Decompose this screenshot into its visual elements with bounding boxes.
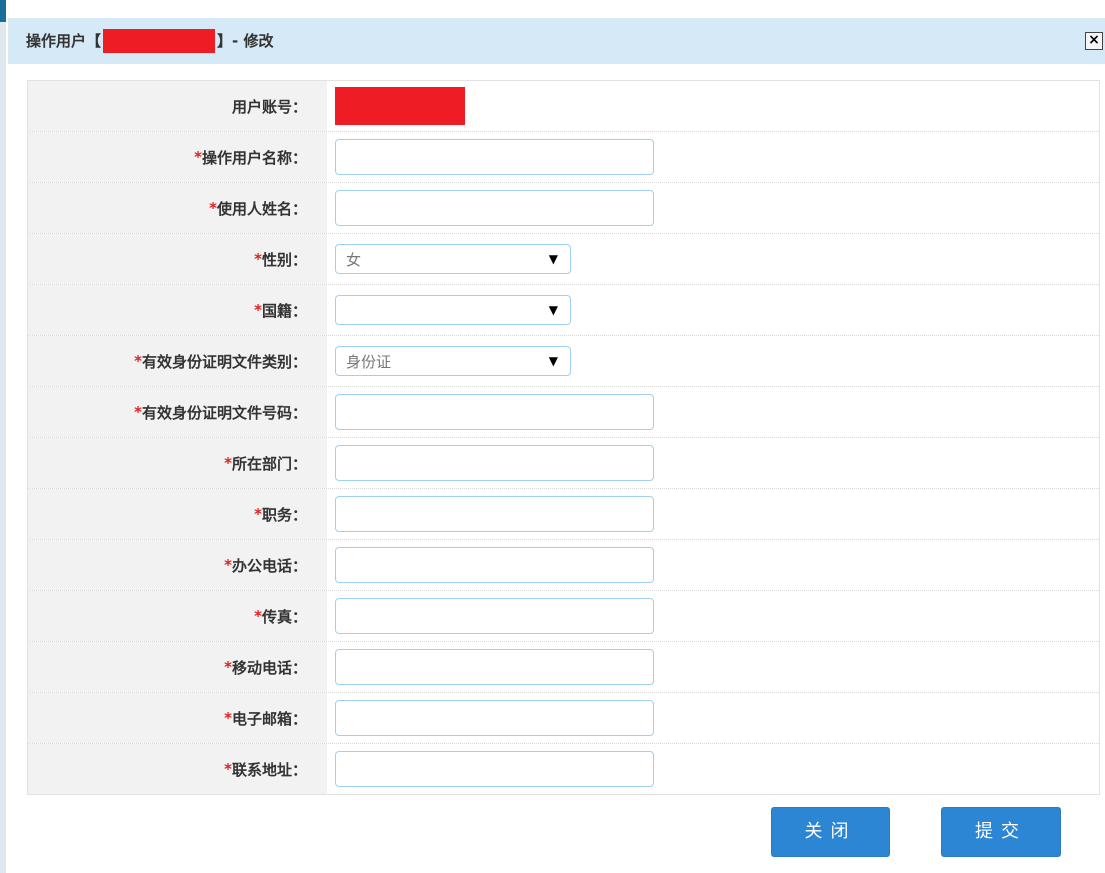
field-label: 用户账号：: [28, 81, 327, 131]
form-row-mobile-phone: * 移动电话：: [28, 641, 1099, 692]
field-label: * 移动电话：: [28, 642, 327, 692]
field-label: * 传真：: [28, 591, 327, 641]
gender-select[interactable]: 女 ▼: [335, 244, 571, 274]
department-input[interactable]: [335, 445, 654, 481]
operator-name-input[interactable]: [335, 139, 654, 175]
user-name-label: 使用人姓名：: [216, 199, 307, 218]
field-label: * 有效身份证明文件类别：: [28, 336, 327, 386]
user-name-input[interactable]: [335, 190, 654, 226]
id-number-label: 有效身份证明文件号码：: [141, 403, 307, 422]
required-mark: *: [224, 709, 232, 727]
close-button[interactable]: 关闭: [771, 807, 890, 857]
field-label: * 使用人姓名：: [28, 183, 327, 233]
dialog-title-prefix: 操作用户【: [26, 32, 102, 50]
window-edge: [0, 0, 6, 873]
redacted-account-block: [335, 87, 465, 125]
fax-cell: [327, 591, 1099, 641]
position-input[interactable]: [335, 496, 654, 532]
field-label: * 电子邮箱：: [28, 693, 327, 743]
department-label: 所在部门：: [231, 454, 307, 473]
form-row-account: 用户账号：: [28, 81, 1099, 131]
operator-name-cell: [327, 132, 1099, 182]
required-mark: *: [254, 505, 262, 523]
dialog-titlebar: 操作用户【 】- 修改: [8, 18, 1105, 64]
id-type-label: 有效身份证明文件类别：: [141, 352, 307, 371]
department-cell: [327, 438, 1099, 488]
form-row-operator-name: * 操作用户名称：: [28, 131, 1099, 182]
operator-name-label: 操作用户名称：: [201, 148, 307, 167]
mobile-phone-label: 移动电话：: [231, 658, 307, 677]
field-label: * 有效身份证明文件号码：: [28, 387, 327, 437]
user-name-cell: [327, 183, 1099, 233]
form-row-email: * 电子邮箱：: [28, 692, 1099, 743]
field-label: * 所在部门：: [28, 438, 327, 488]
chevron-down-icon: ▼: [548, 303, 558, 317]
close-icon[interactable]: ×: [1085, 32, 1103, 50]
position-label: 职务：: [261, 505, 307, 524]
field-label: * 操作用户名称：: [28, 132, 327, 182]
form-row-gender: * 性别： 女 ▼: [28, 233, 1099, 284]
office-phone-label: 办公电话：: [231, 556, 307, 575]
dialog-title-suffix: 】- 修改: [217, 32, 274, 50]
field-label: * 性别：: [28, 234, 327, 284]
nationality-cell: ▼: [327, 285, 1099, 335]
email-input[interactable]: [335, 700, 654, 736]
email-label: 电子邮箱：: [231, 709, 307, 728]
mobile-phone-cell: [327, 642, 1099, 692]
fax-label: 传真：: [261, 607, 307, 626]
id-type-selected-value: 身份证: [346, 352, 392, 371]
form-row-fax: * 传真：: [28, 590, 1099, 641]
position-cell: [327, 489, 1099, 539]
form-row-address: * 联系地址：: [28, 743, 1099, 794]
required-mark: *: [224, 760, 232, 778]
form-row-nationality: * 国籍： ▼: [28, 284, 1099, 335]
nationality-label: 国籍：: [261, 301, 307, 320]
form-row-id-type: * 有效身份证明文件类别： 身份证 ▼: [28, 335, 1099, 386]
submit-button[interactable]: 提交: [941, 807, 1061, 857]
form-row-position: * 职务：: [28, 488, 1099, 539]
form-row-department: * 所在部门：: [28, 437, 1099, 488]
field-label: * 办公电话：: [28, 540, 327, 590]
fax-input[interactable]: [335, 598, 654, 634]
form-row-user-name: * 使用人姓名：: [28, 182, 1099, 233]
field-label: * 职务：: [28, 489, 327, 539]
field-label: * 国籍：: [28, 285, 327, 335]
office-phone-cell: [327, 540, 1099, 590]
required-mark: *: [254, 607, 262, 625]
required-mark: *: [224, 658, 232, 676]
id-number-cell: [327, 387, 1099, 437]
required-mark: *: [254, 301, 262, 319]
field-label: * 联系地址：: [28, 744, 327, 794]
gender-label: 性别：: [261, 250, 307, 269]
chevron-down-icon: ▼: [548, 354, 558, 368]
gender-selected-value: 女: [346, 250, 362, 269]
nationality-select[interactable]: ▼: [335, 295, 571, 325]
user-edit-form: 用户账号： * 操作用户名称： * 使用人姓名： * 性别： 女 ▼ * 国籍：…: [27, 80, 1100, 795]
id-type-cell: 身份证 ▼: [327, 336, 1099, 386]
required-mark: *: [224, 556, 232, 574]
gender-cell: 女 ▼: [327, 234, 1099, 284]
account-value: [327, 81, 1099, 131]
account-label: 用户账号：: [231, 97, 307, 116]
required-mark: *: [194, 148, 202, 166]
address-label: 联系地址：: [231, 760, 307, 779]
office-phone-input[interactable]: [335, 547, 654, 583]
required-mark: *: [224, 454, 232, 472]
required-mark: *: [134, 403, 142, 421]
required-mark: *: [134, 352, 142, 370]
dialog-title: 操作用户【 】- 修改: [26, 18, 273, 64]
required-mark: *: [254, 250, 262, 268]
form-row-id-number: * 有效身份证明文件号码：: [28, 386, 1099, 437]
id-type-select[interactable]: 身份证 ▼: [335, 346, 571, 376]
required-mark: *: [209, 199, 217, 217]
form-row-office-phone: * 办公电话：: [28, 539, 1099, 590]
email-cell: [327, 693, 1099, 743]
mobile-phone-input[interactable]: [335, 649, 654, 685]
address-input[interactable]: [335, 751, 654, 787]
address-cell: [327, 744, 1099, 794]
chevron-down-icon: ▼: [548, 252, 558, 266]
redacted-username-block: [103, 29, 216, 53]
id-number-input[interactable]: [335, 394, 654, 430]
